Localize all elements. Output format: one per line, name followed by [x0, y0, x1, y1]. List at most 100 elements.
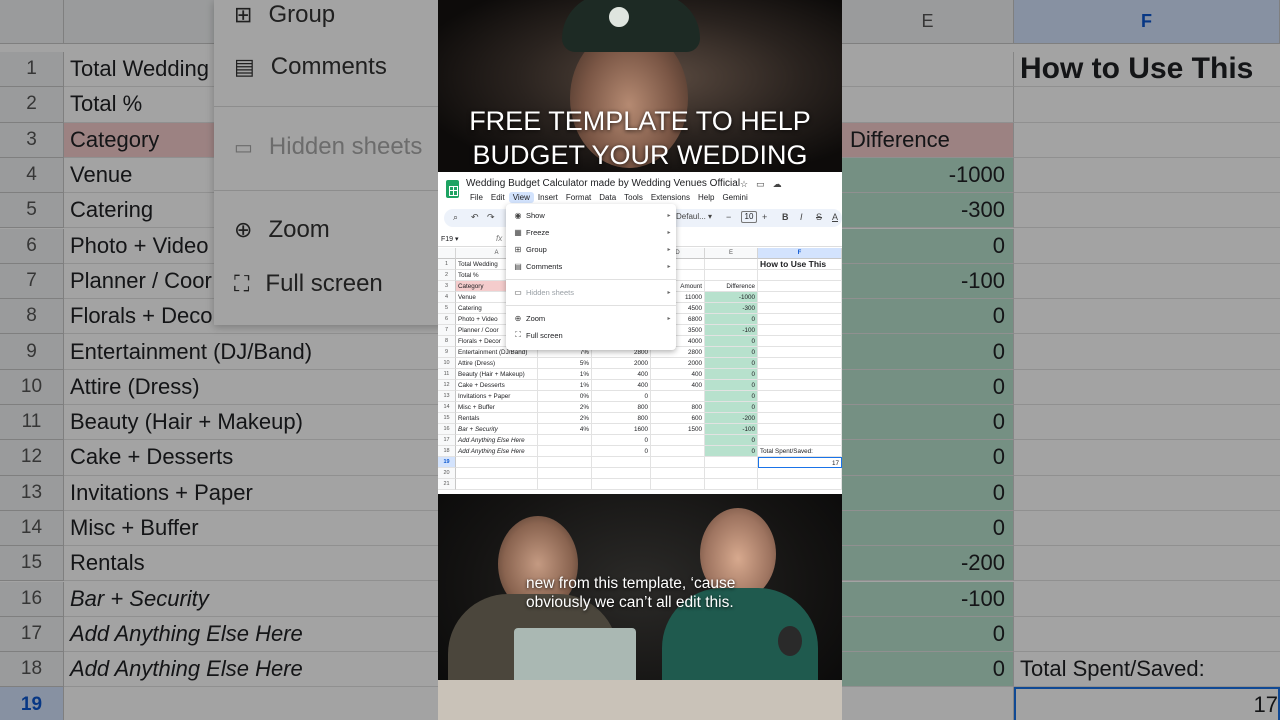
menu-data[interactable]: Data [595, 192, 620, 203]
cell-a19[interactable] [456, 457, 538, 468]
cell-a13[interactable]: Invitations + Paper [456, 391, 538, 402]
cell-b20[interactable] [538, 468, 592, 479]
cell-f16[interactable] [758, 424, 842, 435]
cell-f12[interactable] [758, 380, 842, 391]
row-number[interactable]: 11 [438, 369, 456, 380]
cell-b15[interactable]: 2% [538, 413, 592, 424]
cell-a18[interactable]: Add Anything Else Here [456, 446, 538, 457]
row-number[interactable]: 1 [438, 259, 456, 270]
name-box[interactable]: F19 ▾ [441, 235, 459, 243]
row-number[interactable]: 16 [438, 424, 456, 435]
cell-f3[interactable] [758, 281, 842, 292]
row-number[interactable]: 21 [438, 479, 456, 490]
italic-icon[interactable]: I [800, 212, 803, 222]
cell-c10[interactable]: 2000 [592, 358, 651, 369]
column-header-e[interactable]: E [705, 248, 758, 259]
cell-c13[interactable]: 0 [592, 391, 651, 402]
row-number[interactable]: 10 [438, 358, 456, 369]
row-number[interactable]: 8 [438, 336, 456, 347]
view-menu-item-show[interactable]: ◉ Show ▸ [506, 207, 676, 223]
bold-icon[interactable]: B [782, 212, 789, 222]
menu-insert[interactable]: Insert [534, 192, 562, 203]
cell-f4[interactable] [758, 292, 842, 303]
row-number[interactable]: 7 [438, 325, 456, 336]
cell-d12[interactable]: 400 [651, 380, 705, 391]
cell-f17[interactable] [758, 435, 842, 446]
row-number[interactable]: 13 [438, 391, 456, 402]
row-number[interactable]: 2 [438, 270, 456, 281]
cell-e5[interactable]: -300 [705, 303, 758, 314]
cell-e11[interactable]: 0 [705, 369, 758, 380]
cell-f8[interactable] [758, 336, 842, 347]
row-number[interactable]: 17 [438, 435, 456, 446]
font-select[interactable]: Defaul... ▾ [676, 212, 712, 221]
menu-tools[interactable]: Tools [620, 192, 647, 203]
cell-f11[interactable] [758, 369, 842, 380]
cell-c19[interactable] [592, 457, 651, 468]
undo-icon[interactable]: ↶ [471, 212, 479, 223]
row-number[interactable]: 14 [438, 402, 456, 413]
row-number[interactable]: 20 [438, 468, 456, 479]
cell-f18[interactable]: Total Spent/Saved: [758, 446, 842, 457]
view-menu-item-zoom[interactable]: ⊕ Zoom ▸ [506, 310, 676, 326]
sheets-logo-icon[interactable] [446, 180, 459, 198]
cell-d10[interactable]: 2000 [651, 358, 705, 369]
cell-f10[interactable] [758, 358, 842, 369]
row-number[interactable]: 18 [438, 446, 456, 457]
view-menu-item-full-screen[interactable]: ⛶ Full screen [506, 327, 676, 343]
cell-b14[interactable]: 2% [538, 402, 592, 413]
cell-c16[interactable]: 1600 [592, 424, 651, 435]
cell-e7[interactable]: -100 [705, 325, 758, 336]
cell-d20[interactable] [651, 468, 705, 479]
redo-icon[interactable]: ↷ [487, 212, 495, 223]
row-number[interactable]: 12 [438, 380, 456, 391]
cell-e12[interactable]: 0 [705, 380, 758, 391]
cell-f9[interactable] [758, 347, 842, 358]
cell-b19[interactable] [538, 457, 592, 468]
cell-d13[interactable] [651, 391, 705, 402]
cell-c12[interactable]: 400 [592, 380, 651, 391]
cell-e9[interactable]: 0 [705, 347, 758, 358]
font-size-input[interactable]: 10 [741, 211, 757, 223]
menu-help[interactable]: Help [694, 192, 718, 203]
cell-f20[interactable] [758, 468, 842, 479]
cell-f19[interactable]: 17 [758, 457, 842, 468]
menu-extensions[interactable]: Extensions [647, 192, 694, 203]
cell-f7[interactable] [758, 325, 842, 336]
view-menu-item-freeze[interactable]: ▦ Freeze ▸ [506, 224, 676, 240]
cell-c18[interactable]: 0 [592, 446, 651, 457]
cell-d19[interactable] [651, 457, 705, 468]
document-title[interactable]: Wedding Budget Calculator made by Weddin… [466, 178, 740, 189]
menu-gemini[interactable]: Gemini [718, 192, 751, 203]
cell-a20[interactable] [456, 468, 538, 479]
strikethrough-icon[interactable]: S [816, 212, 822, 222]
cell-e2[interactable] [705, 270, 758, 281]
row-number[interactable]: 15 [438, 413, 456, 424]
cell-f2[interactable] [758, 270, 842, 281]
cloud-status-icon[interactable]: ☁ [773, 179, 782, 190]
view-menu-item-comments[interactable]: ▤ Comments ▸ [506, 258, 676, 274]
cell-e18[interactable]: 0 [705, 446, 758, 457]
increase-font-size-icon[interactable]: + [762, 212, 767, 222]
cell-a17[interactable]: Add Anything Else Here [456, 435, 538, 446]
cell-b16[interactable]: 4% [538, 424, 592, 435]
cell-f5[interactable] [758, 303, 842, 314]
search-icon[interactable]: ⌕ [453, 212, 458, 223]
cell-e20[interactable] [705, 468, 758, 479]
star-icon[interactable]: ☆ [740, 179, 748, 190]
cell-c17[interactable]: 0 [592, 435, 651, 446]
cell-a16[interactable]: Bar + Security [456, 424, 538, 435]
cell-d16[interactable]: 1500 [651, 424, 705, 435]
cell-a14[interactable]: Misc + Buffer [456, 402, 538, 413]
cell-c20[interactable] [592, 468, 651, 479]
cell-d21[interactable] [651, 479, 705, 490]
cell-b11[interactable]: 1% [538, 369, 592, 380]
grid-corner[interactable] [438, 248, 456, 259]
cell-d11[interactable]: 400 [651, 369, 705, 380]
menu-format[interactable]: Format [562, 192, 595, 203]
cell-e6[interactable]: 0 [705, 314, 758, 325]
menu-edit[interactable]: Edit [487, 192, 509, 203]
cell-e19[interactable] [705, 457, 758, 468]
cell-f21[interactable] [758, 479, 842, 490]
cell-e4[interactable]: -1000 [705, 292, 758, 303]
